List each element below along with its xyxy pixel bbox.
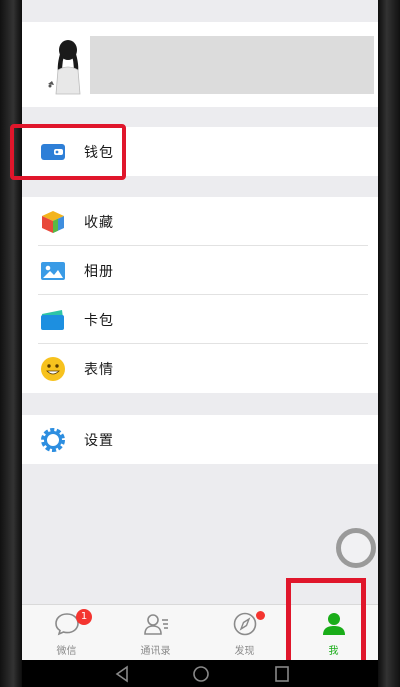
menu-item-label: 卡包 — [84, 313, 114, 329]
menu-item-favorites[interactable]: 收藏 — [22, 197, 378, 246]
smiley-icon — [41, 357, 65, 381]
menu-item-cards[interactable]: 卡包 — [22, 295, 378, 344]
tab-label: 微信 — [56, 646, 77, 657]
menu-item-album[interactable]: 相册 — [22, 246, 378, 295]
gear-icon — [41, 428, 65, 452]
contacts-icon — [143, 614, 168, 635]
notification-dot — [256, 611, 265, 620]
tab-contacts[interactable]: 通讯录 — [111, 605, 200, 660]
me-screen: 钱包 收藏 相册 卡包 表情 设置 1 微信 通讯录 发现 我 — [22, 0, 378, 660]
menu-item-label: 表情 — [84, 362, 114, 378]
avatar — [38, 34, 94, 96]
menu-item-label: 设置 — [84, 433, 114, 449]
menu-group-collections: 收藏 相册 卡包 表情 — [22, 197, 378, 393]
menu-group-settings: 设置 — [22, 415, 378, 464]
tab-label: 通讯录 — [140, 646, 171, 657]
profile-name-placeholder — [90, 36, 374, 94]
menu-item-settings[interactable]: 设置 — [22, 415, 378, 464]
favorites-cube-icon — [42, 211, 64, 233]
tab-chats[interactable]: 1 微信 — [22, 605, 111, 660]
menu-item-stickers[interactable]: 表情 — [22, 344, 378, 393]
top-spacer — [22, 0, 378, 22]
back-icon[interactable] — [114, 665, 130, 683]
tab-label: 发现 — [234, 646, 255, 657]
phone-frame-right — [378, 0, 400, 687]
android-nav-bar — [22, 660, 378, 687]
recents-icon[interactable] — [274, 665, 290, 683]
unread-badge: 1 — [76, 609, 92, 625]
profile-header[interactable] — [22, 22, 378, 107]
menu-item-label: 收藏 — [84, 215, 114, 231]
card-wallet-icon — [41, 310, 64, 330]
phone-frame-left — [0, 0, 22, 687]
tab-discover[interactable]: 发现 — [200, 605, 289, 660]
annotation-highlight-me-tab — [286, 578, 366, 670]
album-image-icon — [41, 262, 65, 280]
annotation-highlight-wallet — [10, 124, 126, 180]
floating-assistive-button[interactable] — [336, 528, 376, 568]
compass-icon — [233, 612, 256, 636]
menu-item-label: 相册 — [84, 264, 114, 280]
home-icon[interactable] — [192, 665, 210, 683]
